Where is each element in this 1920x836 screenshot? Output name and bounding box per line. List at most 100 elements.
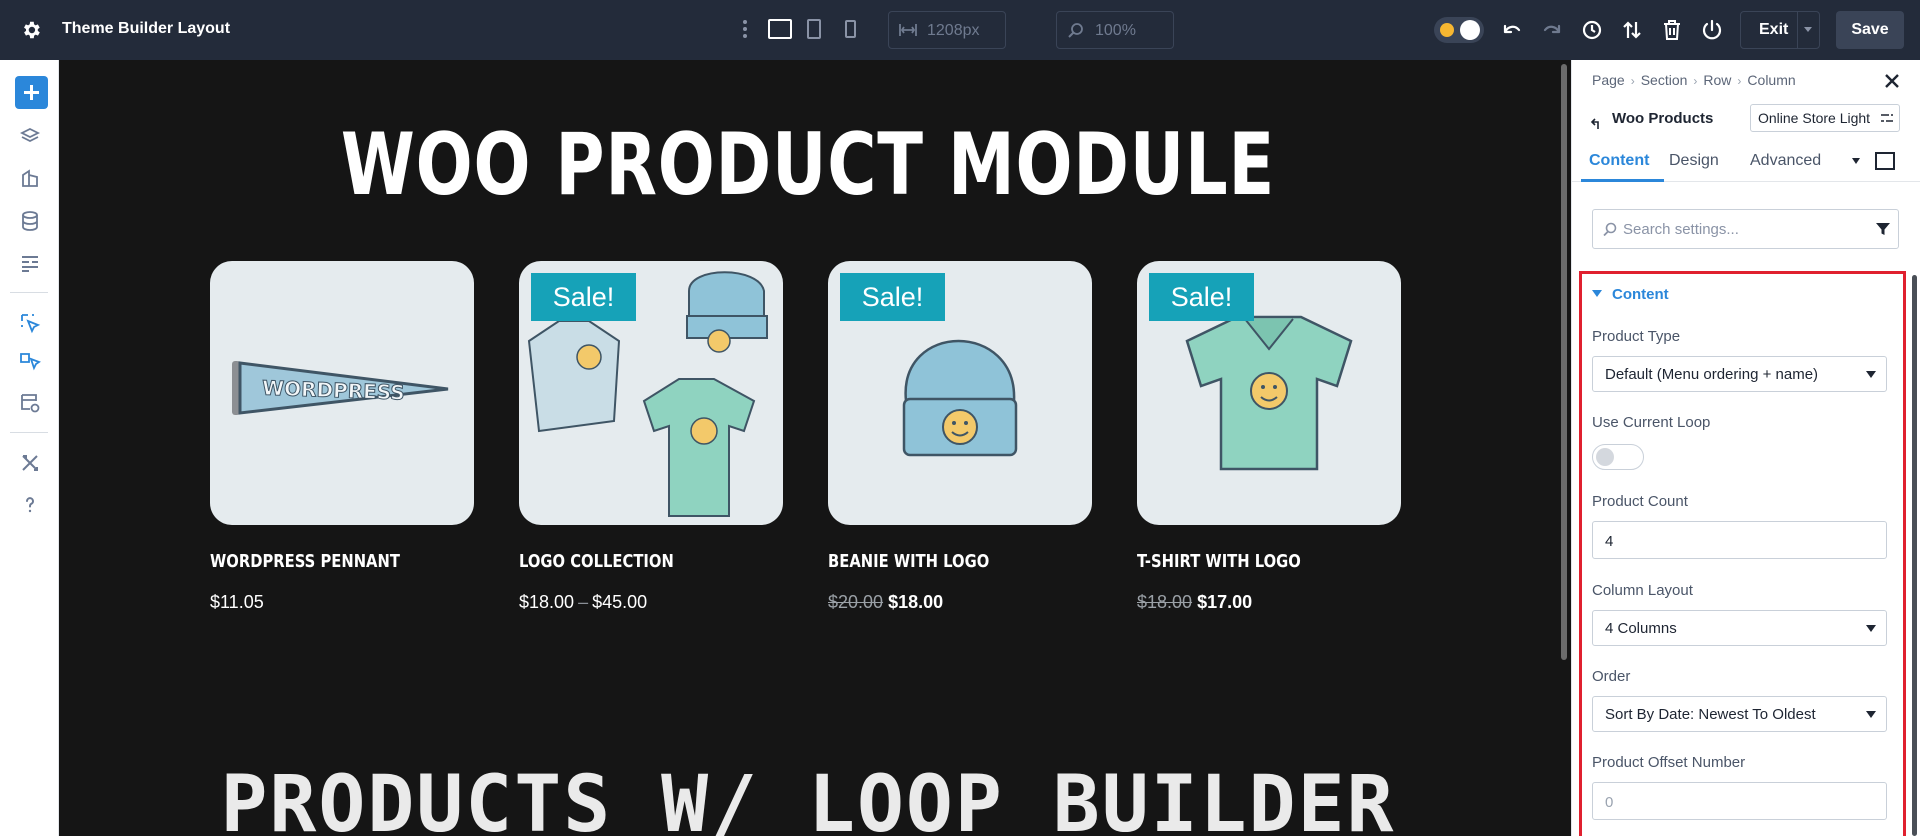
page-title: Theme Builder Layout bbox=[62, 20, 231, 37]
builder-canvas[interactable]: WOO PRODUCT MODULE WORDPRESS WORDPRESS P… bbox=[60, 60, 1556, 836]
settings-tabs: Content Design Advanced bbox=[1572, 142, 1920, 182]
add-module-button[interactable] bbox=[15, 76, 48, 109]
undo-icon[interactable] bbox=[1500, 18, 1524, 42]
tools-icon[interactable] bbox=[19, 452, 41, 474]
old-price: $18.00 bbox=[1137, 592, 1193, 612]
close-icon[interactable] bbox=[1883, 72, 1901, 90]
back-arrow-icon[interactable] bbox=[1590, 117, 1604, 131]
canvas-width-field[interactable]: 1208px bbox=[888, 11, 1006, 49]
product-name[interactable]: BEANIE WITH LOGO bbox=[828, 551, 1044, 572]
zoom-field[interactable]: 100% bbox=[1056, 11, 1174, 49]
pennant-image[interactable]: WORDPRESS bbox=[210, 261, 474, 525]
help-icon[interactable] bbox=[19, 494, 41, 516]
width-icon bbox=[899, 24, 917, 36]
product-card[interactable]: Sale! T-SHIRT WITH LOGO $18.00 $17.00 bbox=[1137, 261, 1401, 613]
database-icon[interactable] bbox=[19, 210, 41, 232]
exit-button[interactable]: Exit bbox=[1740, 11, 1820, 49]
chevron-down-icon[interactable] bbox=[1804, 27, 1812, 32]
column-layout-label: Column Layout bbox=[1592, 582, 1693, 599]
column-layout-select[interactable]: 4 Columns bbox=[1592, 610, 1887, 646]
product-count-input[interactable] bbox=[1605, 531, 1865, 551]
tab-advanced[interactable]: Advanced bbox=[1750, 152, 1821, 170]
product-count-label: Product Count bbox=[1592, 493, 1688, 510]
loop-builder-heading[interactable]: PRODUCTS W/ LOOP BUILDER bbox=[60, 760, 1556, 836]
portability-icon[interactable] bbox=[1620, 18, 1644, 42]
sale-badge: Sale! bbox=[840, 273, 945, 321]
tablet-view-icon[interactable] bbox=[807, 19, 821, 39]
power-icon[interactable] bbox=[1700, 18, 1724, 42]
search-icon bbox=[1603, 222, 1617, 236]
product-card[interactable]: Sale! BEANIE WITH LOGO $20.00 $18.00 bbox=[828, 261, 1092, 613]
product-count-field[interactable] bbox=[1592, 521, 1887, 559]
drag-handle-icon[interactable] bbox=[742, 18, 748, 42]
breadcrumb-item[interactable]: Section bbox=[1641, 72, 1688, 88]
presets-icon[interactable] bbox=[19, 168, 41, 190]
settings-panel: Page › Section › Row › Column Woo Products Onl… bbox=[1571, 60, 1920, 836]
multi-select-icon[interactable] bbox=[19, 352, 41, 374]
layout-icon[interactable] bbox=[19, 252, 41, 274]
canvas-scrollbar-thumb[interactable] bbox=[1561, 64, 1567, 660]
exit-label: Exit bbox=[1759, 21, 1789, 38]
tab-content[interactable]: Content bbox=[1589, 152, 1649, 170]
product-offset-field[interactable] bbox=[1592, 782, 1887, 820]
template-settings-icon[interactable] bbox=[19, 392, 41, 414]
redo-icon[interactable] bbox=[1540, 18, 1564, 42]
canvas-scrollbar[interactable] bbox=[1557, 60, 1571, 836]
sale-price: $18.00 bbox=[888, 592, 944, 612]
trash-icon[interactable] bbox=[1660, 18, 1684, 42]
chevron-down-icon[interactable] bbox=[1852, 158, 1860, 164]
price-max: $45.00 bbox=[592, 592, 648, 612]
use-current-loop-toggle[interactable] bbox=[1592, 444, 1644, 470]
section-title: Content bbox=[1612, 286, 1669, 303]
tshirt-image[interactable]: Sale! bbox=[1137, 261, 1401, 525]
zoom-search-icon bbox=[1068, 23, 1083, 38]
product-card[interactable]: WORDPRESS WORDPRESS PENNANT $11.05 bbox=[210, 261, 474, 613]
product-type-label: Product Type bbox=[1592, 328, 1681, 345]
settings-search[interactable] bbox=[1592, 209, 1899, 249]
use-current-loop-label: Use Current Loop bbox=[1592, 414, 1711, 431]
product-name[interactable]: LOGO COLLECTION bbox=[519, 551, 735, 572]
panel-scrollbar[interactable] bbox=[1912, 275, 1917, 836]
sidebar-divider bbox=[10, 432, 48, 433]
left-sidebar bbox=[0, 60, 59, 836]
product-card[interactable]: Sale! LOGO COLLECTION $18.00– $45.00 bbox=[519, 261, 783, 613]
product-type-select[interactable]: Default (Menu ordering + name) bbox=[1592, 356, 1887, 392]
breadcrumb-item[interactable]: Column bbox=[1747, 72, 1795, 88]
product-name[interactable]: T-SHIRT WITH LOGO bbox=[1137, 551, 1353, 572]
search-input[interactable] bbox=[1623, 219, 1853, 239]
product-price: $20.00 $18.00 bbox=[828, 592, 1092, 613]
price-min: $18.00 bbox=[519, 592, 575, 612]
product-offset-label: Product Offset Number bbox=[1592, 754, 1746, 771]
tab-design[interactable]: Design bbox=[1669, 152, 1719, 170]
order-label: Order bbox=[1592, 668, 1631, 685]
product-price: $18.00 $17.00 bbox=[1137, 592, 1401, 613]
history-icon[interactable] bbox=[1580, 18, 1604, 42]
layers-icon[interactable] bbox=[19, 126, 41, 148]
chevron-down-icon bbox=[1866, 371, 1876, 378]
chevron-down-icon bbox=[1866, 711, 1876, 718]
preset-selector[interactable]: Online Store Light bbox=[1750, 104, 1900, 132]
desktop-view-icon[interactable] bbox=[768, 19, 792, 39]
breadcrumb-item[interactable]: Row bbox=[1703, 72, 1731, 88]
sale-price: $17.00 bbox=[1197, 592, 1253, 612]
module-heading[interactable]: WOO PRODUCT MODULE bbox=[225, 115, 1392, 215]
product-name[interactable]: WORDPRESS PENNANT bbox=[210, 551, 426, 572]
price-value: $11.05 bbox=[210, 592, 264, 612]
layout-view-icon[interactable] bbox=[1875, 152, 1895, 170]
toggle-knob bbox=[1596, 448, 1614, 466]
phone-view-icon[interactable] bbox=[845, 20, 856, 38]
chevron-right-icon: › bbox=[1693, 74, 1698, 88]
breadcrumb: Page › Section › Row › Column bbox=[1592, 72, 1796, 88]
save-button[interactable]: Save bbox=[1836, 11, 1904, 49]
light-dark-toggle[interactable] bbox=[1434, 17, 1484, 43]
breadcrumb-item[interactable]: Page bbox=[1592, 72, 1625, 88]
hoodie-beanie-tshirt-image[interactable]: Sale! bbox=[519, 261, 783, 525]
beanie-image[interactable]: Sale! bbox=[828, 261, 1092, 525]
price-range-separator: – bbox=[578, 592, 589, 612]
content-section-toggle[interactable]: Content bbox=[1592, 286, 1669, 303]
order-select[interactable]: Sort By Date: Newest To Oldest bbox=[1592, 696, 1887, 732]
select-cursor-icon[interactable] bbox=[19, 312, 41, 334]
gear-icon[interactable] bbox=[20, 19, 42, 41]
filter-icon[interactable] bbox=[1876, 222, 1890, 236]
product-offset-input[interactable] bbox=[1605, 792, 1865, 812]
